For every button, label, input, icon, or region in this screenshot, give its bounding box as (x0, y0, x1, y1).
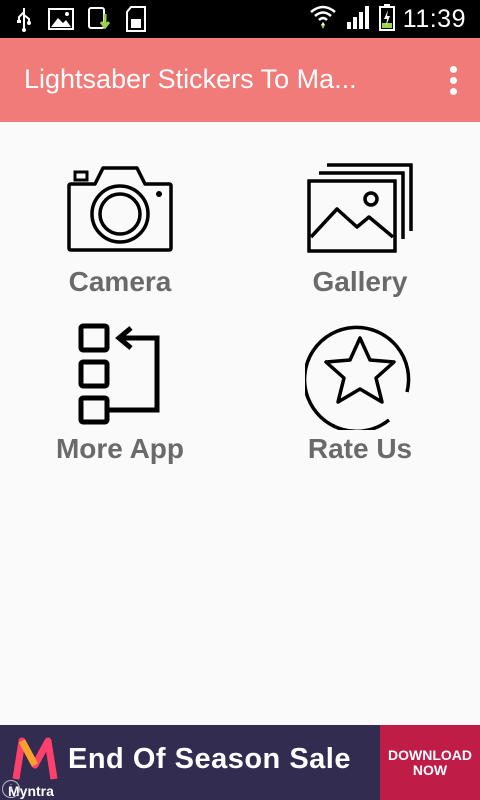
status-bar: 11:39 (0, 0, 480, 38)
battery-charging-icon (378, 3, 395, 36)
app-bar: Lightsaber Stickers To Ma... (0, 38, 480, 122)
more-app-tile[interactable]: More App (20, 323, 220, 465)
rate-us-label: Rate Us (307, 433, 413, 464)
ad-info-icon[interactable]: i (2, 780, 20, 798)
signal-icon (345, 4, 371, 35)
rate-us-tile[interactable]: Rate Us (260, 325, 460, 465)
image-icon (48, 8, 74, 35)
camera-label: Camera (68, 266, 172, 297)
ad-headline: End Of Season Sale (68, 743, 351, 775)
gallery-tile[interactable]: Gallery (260, 158, 460, 298)
camera-tile[interactable]: Camera (20, 158, 220, 298)
camera-icon (60, 158, 180, 258)
status-right-icons: 11:39 (309, 3, 466, 36)
download-icon (88, 6, 112, 37)
more-apps-icon (60, 323, 180, 425)
gallery-icon (300, 158, 420, 258)
more-app-label: More App (55, 433, 185, 464)
gallery-label: Gallery (312, 266, 408, 297)
overflow-menu-icon[interactable] (448, 66, 458, 96)
ad-banner[interactable]: Myntra End Of Season Sale DOWNLOAD NOW (0, 725, 480, 800)
usb-icon (14, 6, 34, 37)
star-icon (300, 325, 420, 430)
status-left-icons (14, 6, 146, 37)
wifi-icon (309, 3, 337, 36)
sd-card-icon (126, 6, 146, 37)
app-title: Lightsaber Stickers To Ma... (24, 64, 357, 94)
ad-download-button[interactable]: DOWNLOAD NOW (380, 725, 480, 800)
status-time: 11:39 (402, 5, 466, 33)
